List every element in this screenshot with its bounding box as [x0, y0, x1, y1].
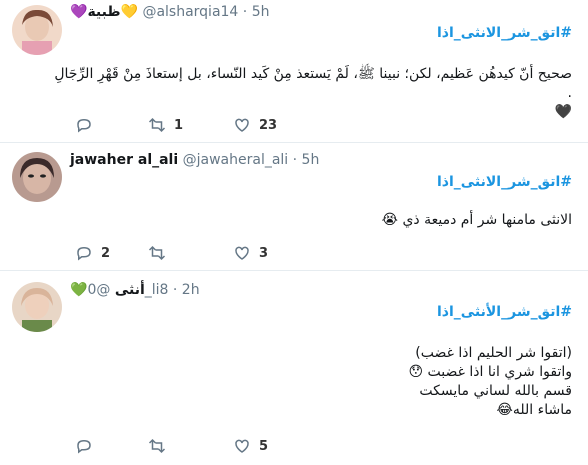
display-name[interactable]: 💜ظبية💛	[70, 4, 138, 20]
tweet-actions: 1 23	[70, 115, 370, 135]
timestamp[interactable]: · 5h	[243, 4, 270, 20]
hashtag-link[interactable]: #اتق_شر_الانثى_اذا	[437, 174, 572, 190]
retweet-button[interactable]: 1	[148, 115, 183, 135]
tweet-text-line: (اتقوا شر الحليم اذا غضب)	[415, 345, 572, 361]
avatar[interactable]	[12, 282, 62, 332]
heart-icon	[235, 118, 249, 132]
reply-icon	[77, 118, 91, 133]
tweet-header: 💚أنثى @0_li8 · 2h	[70, 282, 200, 298]
tweet-text-line: قسم بالله لساني مايسكت	[419, 383, 572, 399]
user-handle[interactable]: @alsharqia14	[142, 4, 238, 20]
tweet-actions: 5	[70, 436, 370, 456]
like-button[interactable]: 23	[233, 115, 277, 135]
reply-icon	[77, 439, 91, 454]
timestamp[interactable]: · 2h	[173, 282, 200, 298]
reply-button[interactable]	[75, 115, 101, 135]
retweet-count: 1	[174, 117, 184, 133]
tweet[interactable]: 💜ظبية💛 @alsharqia14 · 5h #اتق_شر_الانثى_…	[0, 0, 588, 142]
retweet-icon	[148, 245, 166, 261]
heart-icon	[235, 439, 249, 453]
tweet-text-line: واتقوا شري انا اذا غضبت 😯	[408, 364, 572, 380]
display-name[interactable]: jawaher al_ali	[70, 152, 178, 168]
retweet-button[interactable]	[148, 243, 174, 263]
like-count: 3	[259, 245, 269, 261]
tweet-header: jawaher al_ali @jawaheral_ali · 5h	[70, 152, 319, 168]
tweet-text-line: ماشاء الله😂	[496, 402, 572, 418]
timestamp[interactable]: · 5h	[293, 152, 320, 168]
avatar[interactable]	[12, 5, 62, 55]
reply-button[interactable]	[75, 436, 101, 456]
user-handle[interactable]: @jawaheral_ali	[183, 152, 289, 168]
like-button[interactable]: 5	[233, 436, 268, 456]
heart-icon	[235, 246, 249, 260]
tweet-text: الانثى مامنها شر أم دميعة ذي 😭	[72, 211, 572, 230]
reply-button[interactable]: 2	[75, 243, 110, 263]
reply-icon	[77, 246, 91, 261]
reply-count: 2	[101, 245, 111, 261]
retweet-icon	[148, 438, 166, 454]
retweet-button[interactable]	[148, 436, 174, 456]
tweet-text-line: صحيح أنّ كيدهُن عَظيم، لكن؛ نبينا ﷺ، لَم…	[54, 66, 572, 101]
tweet-actions: 2 3	[70, 243, 370, 263]
avatar[interactable]	[12, 152, 62, 202]
tweet-text: صحيح أنّ كيدهُن عَظيم، لكن؛ نبينا ﷺ، لَم…	[52, 65, 572, 122]
tweet-text-line: الانثى مامنها شر أم دميعة ذي 😭	[381, 212, 572, 228]
tweet-header: 💜ظبية💛 @alsharqia14 · 5h	[70, 4, 269, 20]
hashtag-link[interactable]: #اتق_شر_الانثى_اذا	[437, 25, 572, 41]
tweet-text: (اتقوا شر الحليم اذا غضب) واتقوا شري انا…	[72, 344, 572, 420]
like-count: 23	[259, 117, 278, 133]
hashtag-link[interactable]: #اتق_شر_الأنثى_اذا	[437, 304, 572, 320]
tweet[interactable]: jawaher al_ali @jawaheral_ali · 5h #اتق_…	[0, 143, 588, 270]
like-button[interactable]: 3	[233, 243, 268, 263]
tweet[interactable]: 💚أنثى @0_li8 · 2h #اتق_شر_الأنثى_اذا (ات…	[0, 271, 588, 465]
retweet-icon	[148, 117, 166, 133]
like-count: 5	[259, 438, 269, 454]
